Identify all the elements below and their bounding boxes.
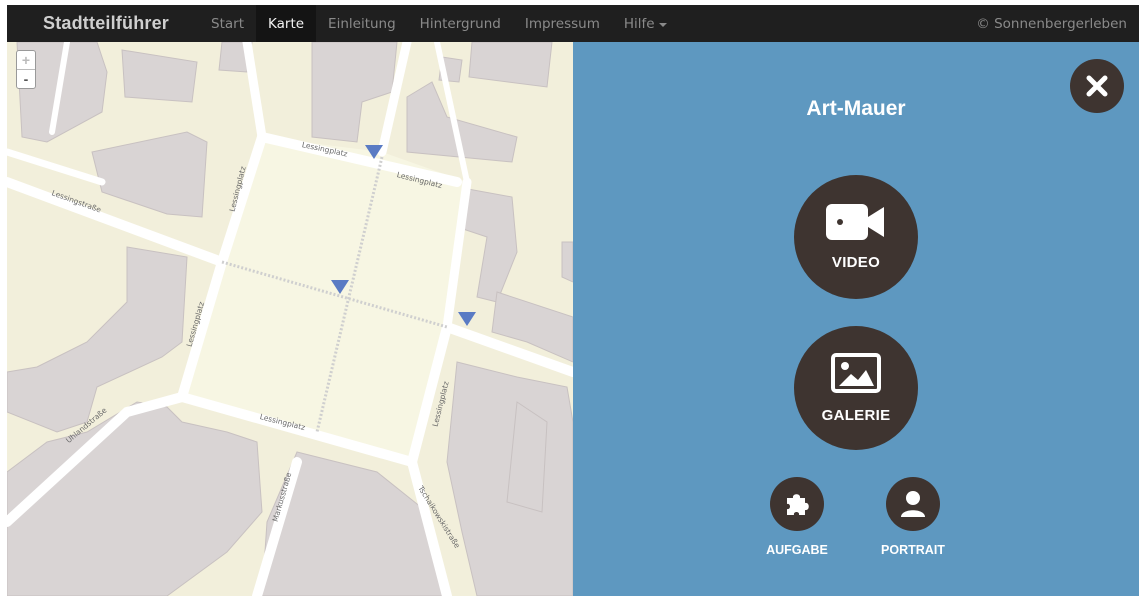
portrait-button[interactable] (886, 477, 940, 531)
nav-einleitung[interactable]: Einleitung (316, 5, 408, 42)
info-panel: Art-Mauer VIDEO GALERIE AUFGABE PORTRAIT (573, 42, 1139, 596)
gallery-label: GALERIE (821, 406, 891, 424)
close-icon (1086, 75, 1108, 97)
panel-title: Art-Mauer (806, 97, 906, 120)
nav-hilfe-label: Hilfe (623, 15, 655, 32)
map-tiles (7, 42, 573, 596)
nav-hintergrund[interactable]: Hintergrund (408, 5, 513, 42)
video-label: VIDEO (831, 253, 881, 271)
portrait-label[interactable]: PORTRAIT (863, 543, 963, 557)
gallery-button[interactable]: GALERIE (794, 326, 918, 450)
zoom-out-button[interactable]: - (17, 70, 35, 88)
map-view[interactable]: + - Lessingplatz Lessingplatz Lessingstr… (7, 42, 573, 596)
top-navbar: Stadtteilführer Start Karte Einleitung H… (7, 5, 1139, 42)
nav-karte[interactable]: Karte (256, 5, 317, 42)
user-icon (901, 491, 925, 517)
task-button[interactable] (770, 477, 824, 531)
zoom-control: + - (16, 50, 36, 89)
video-button[interactable]: VIDEO (794, 175, 918, 299)
zoom-in-button[interactable]: + (17, 51, 35, 70)
puzzle-piece-icon (787, 494, 809, 515)
copyright-text: © Sonnenbergerleben (976, 15, 1127, 32)
nav-impressum[interactable]: Impressum (513, 5, 612, 42)
nav-start[interactable]: Start (199, 5, 256, 42)
task-label[interactable]: AUFGABE (747, 543, 847, 557)
video-camera-icon (826, 203, 884, 240)
caret-down-icon (658, 22, 667, 27)
nav-hilfe-dropdown[interactable]: Hilfe (612, 5, 679, 42)
image-icon (831, 352, 881, 393)
brand-title[interactable]: Stadtteilführer (43, 13, 169, 34)
